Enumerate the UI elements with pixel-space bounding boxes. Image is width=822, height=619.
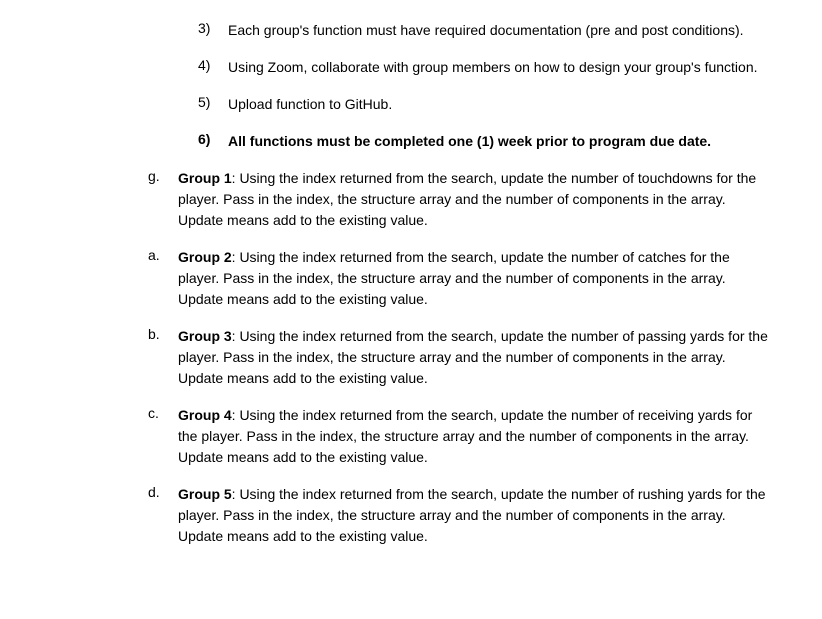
- list-marker: d.: [148, 484, 178, 547]
- list-item: 4) Using Zoom, collaborate with group me…: [50, 57, 772, 78]
- group-label: Group 5: [178, 486, 232, 502]
- list-text: Each group's function must have required…: [228, 20, 772, 41]
- list-text: Group 3: Using the index returned from t…: [178, 326, 772, 389]
- numbered-list: 3) Each group's function must have requi…: [50, 20, 772, 152]
- list-marker: a.: [148, 247, 178, 310]
- group-label: Group 3: [178, 328, 232, 344]
- list-item: g. Group 1: Using the index returned fro…: [50, 168, 772, 231]
- list-text: Group 4: Using the index returned from t…: [178, 405, 772, 468]
- group-desc: : Using the index returned from the sear…: [178, 249, 730, 307]
- group-desc: : Using the index returned from the sear…: [178, 170, 756, 228]
- list-marker: 4): [198, 57, 228, 78]
- list-marker: 3): [198, 20, 228, 41]
- list-item: c. Group 4: Using the index returned fro…: [50, 405, 772, 468]
- group-desc: : Using the index returned from the sear…: [178, 407, 752, 465]
- list-text: Using Zoom, collaborate with group membe…: [228, 57, 772, 78]
- group-desc: : Using the index returned from the sear…: [178, 328, 768, 386]
- group-label: Group 2: [178, 249, 232, 265]
- list-item: d. Group 5: Using the index returned fro…: [50, 484, 772, 547]
- document-body: 3) Each group's function must have requi…: [0, 0, 822, 583]
- list-item: b. Group 3: Using the index returned fro…: [50, 326, 772, 389]
- list-marker: b.: [148, 326, 178, 389]
- list-marker: g.: [148, 168, 178, 231]
- list-marker: 5): [198, 94, 228, 115]
- list-marker: c.: [148, 405, 178, 468]
- list-item: 6) All functions must be completed one (…: [50, 131, 772, 152]
- list-item: 3) Each group's function must have requi…: [50, 20, 772, 41]
- list-item: 5) Upload function to GitHub.: [50, 94, 772, 115]
- list-text: Group 5: Using the index returned from t…: [178, 484, 772, 547]
- list-marker: 6): [198, 131, 228, 152]
- group-list: g. Group 1: Using the index returned fro…: [50, 168, 772, 547]
- list-item: a. Group 2: Using the index returned fro…: [50, 247, 772, 310]
- group-label: Group 4: [178, 407, 232, 423]
- list-text: All functions must be completed one (1) …: [228, 131, 772, 152]
- list-text: Upload function to GitHub.: [228, 94, 772, 115]
- list-text: Group 2: Using the index returned from t…: [178, 247, 772, 310]
- group-label: Group 1: [178, 170, 232, 186]
- group-desc: : Using the index returned from the sear…: [178, 486, 766, 544]
- list-text: Group 1: Using the index returned from t…: [178, 168, 772, 231]
